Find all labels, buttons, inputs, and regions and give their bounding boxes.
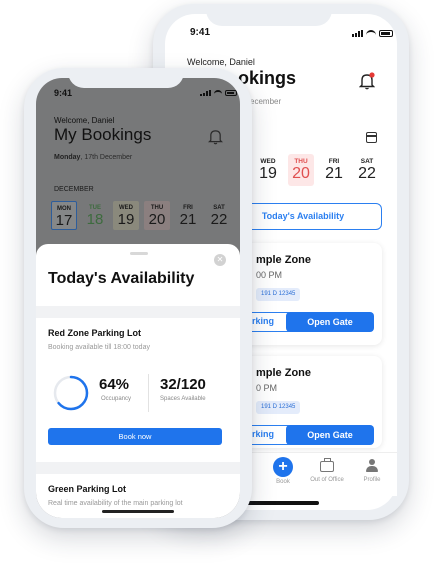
- day-wed[interactable]: WED 19: [255, 154, 281, 186]
- date-text: ecember: [250, 97, 282, 106]
- page-title: My Bookings: [54, 125, 152, 144]
- calendar-icon[interactable]: [366, 132, 377, 143]
- open-gate-button[interactable]: Open Gate: [286, 425, 374, 445]
- lot-subtitle: Real time availability of the main parki…: [48, 500, 183, 507]
- app-showcase: 9:41 Welcome, Daniel okings ecember WED 1…: [0, 0, 435, 574]
- front-phone-notch: [68, 68, 184, 88]
- lot-name: Red Zone Parking Lot: [48, 328, 142, 338]
- day-fri[interactable]: FRI 21: [175, 201, 201, 230]
- day-number: 17: [55, 212, 73, 229]
- welcome-text: Welcome, Daniel: [54, 116, 115, 125]
- tab-label: Out of Office: [310, 477, 344, 483]
- status-time: 9:41: [190, 27, 211, 38]
- date-rest: , 17th December: [80, 154, 133, 161]
- day-name: FRI: [328, 158, 340, 165]
- section-divider: [36, 306, 240, 318]
- sheet-title: Today's Availability: [48, 270, 195, 287]
- occupancy-label: Occupancy: [101, 396, 132, 402]
- close-icon[interactable]: ✕: [214, 254, 226, 266]
- day-name: MON: [57, 206, 71, 212]
- welcome-text: Welcome, Daniel: [187, 57, 255, 67]
- day-number: 21: [179, 211, 197, 228]
- zone-name: mple Zone: [256, 367, 312, 379]
- date-text: Monday, 17th December: [54, 154, 132, 161]
- battery-icon: [379, 30, 393, 37]
- day-thu[interactable]: THU 20: [144, 201, 170, 230]
- plus-icon: +: [273, 457, 293, 477]
- day-number: 20: [148, 211, 166, 228]
- day-name: FRI: [183, 205, 193, 211]
- day-name: WED: [260, 158, 276, 165]
- signal-icon: [200, 90, 211, 96]
- day-wed[interactable]: WED 19: [113, 201, 139, 230]
- license-plate: 191 D 12345: [256, 401, 301, 414]
- briefcase-icon: [320, 458, 334, 472]
- signal-icon: [352, 30, 363, 37]
- tab-book[interactable]: + Book: [258, 453, 308, 485]
- booking-time: 00 PM: [256, 270, 283, 280]
- day-sat[interactable]: SAT 22: [354, 154, 380, 186]
- battery-icon: [225, 90, 237, 96]
- tab-label: Profile: [363, 477, 381, 483]
- day-number: 19: [259, 165, 277, 182]
- book-now-button[interactable]: Book now: [48, 428, 222, 445]
- lot-name: Green Parking Lot: [48, 484, 127, 494]
- wifi-icon: [214, 90, 222, 96]
- status-icons: [352, 30, 393, 37]
- date-day: Monday: [54, 154, 81, 161]
- availability-sheet: ✕ Today's Availability Red Zone Parking …: [36, 244, 240, 518]
- spaces-count: 32/120: [160, 376, 206, 393]
- day-number: 21: [325, 165, 343, 182]
- day-number: 22: [358, 165, 376, 182]
- back-day-strip: WED 19 THU 20 FRI 21 SAT 22: [255, 154, 380, 186]
- day-name: WED: [119, 205, 133, 211]
- day-name: THU: [294, 158, 308, 165]
- status-time: 9:41: [54, 88, 73, 98]
- back-phone-notch: [206, 4, 332, 26]
- day-mon[interactable]: MON 17: [51, 201, 77, 230]
- day-number: 20: [292, 165, 310, 182]
- notification-bell-icon[interactable]: [359, 72, 375, 90]
- tab-profile[interactable]: Profile: [347, 453, 397, 483]
- notification-bell-icon[interactable]: [208, 128, 223, 145]
- status-icons: [200, 90, 237, 96]
- day-number: 18: [86, 211, 104, 228]
- day-name: TUE: [89, 205, 101, 211]
- day-fri[interactable]: FRI 21: [321, 154, 347, 186]
- front-day-strip: MON 17 TUE 18 WED 19 THU 20 FRI 21 SAT 22: [51, 201, 232, 230]
- tab-out-of-office[interactable]: Out of Office: [302, 453, 352, 483]
- front-phone-screen: 9:41 Welcome, Daniel My Bookings Monday,…: [36, 78, 240, 518]
- tab-label: Book: [276, 479, 290, 485]
- lot-subtitle: Booking available till 18:00 today: [48, 344, 150, 351]
- license-plate: 191 D 12345: [256, 288, 301, 301]
- day-name: THU: [150, 205, 164, 211]
- open-gate-button[interactable]: Open Gate: [286, 312, 374, 332]
- day-thu[interactable]: THU 20: [288, 154, 314, 186]
- month-label: DECEMBER: [54, 186, 94, 193]
- stat-divider: [148, 374, 149, 412]
- day-name: SAT: [213, 205, 225, 211]
- occupancy-ring: [53, 375, 89, 411]
- day-name: SAT: [360, 158, 374, 165]
- person-icon: [365, 459, 379, 473]
- day-number: 22: [210, 211, 228, 228]
- spaces-label: Spaces Available: [160, 396, 206, 402]
- day-number: 19: [117, 211, 135, 228]
- section-divider: [36, 462, 240, 474]
- zone-name: mple Zone: [256, 254, 312, 266]
- sheet-drag-handle[interactable]: [130, 252, 148, 255]
- booking-time: 0 PM: [256, 383, 278, 393]
- wifi-icon: [366, 30, 376, 37]
- page-title: okings: [238, 68, 297, 88]
- home-indicator: [102, 510, 174, 513]
- front-phone: 9:41 Welcome, Daniel My Bookings Monday,…: [24, 68, 252, 528]
- day-sat[interactable]: SAT 22: [206, 201, 232, 230]
- day-tue[interactable]: TUE 18: [82, 201, 108, 230]
- occupancy-percent: 64%: [99, 376, 130, 393]
